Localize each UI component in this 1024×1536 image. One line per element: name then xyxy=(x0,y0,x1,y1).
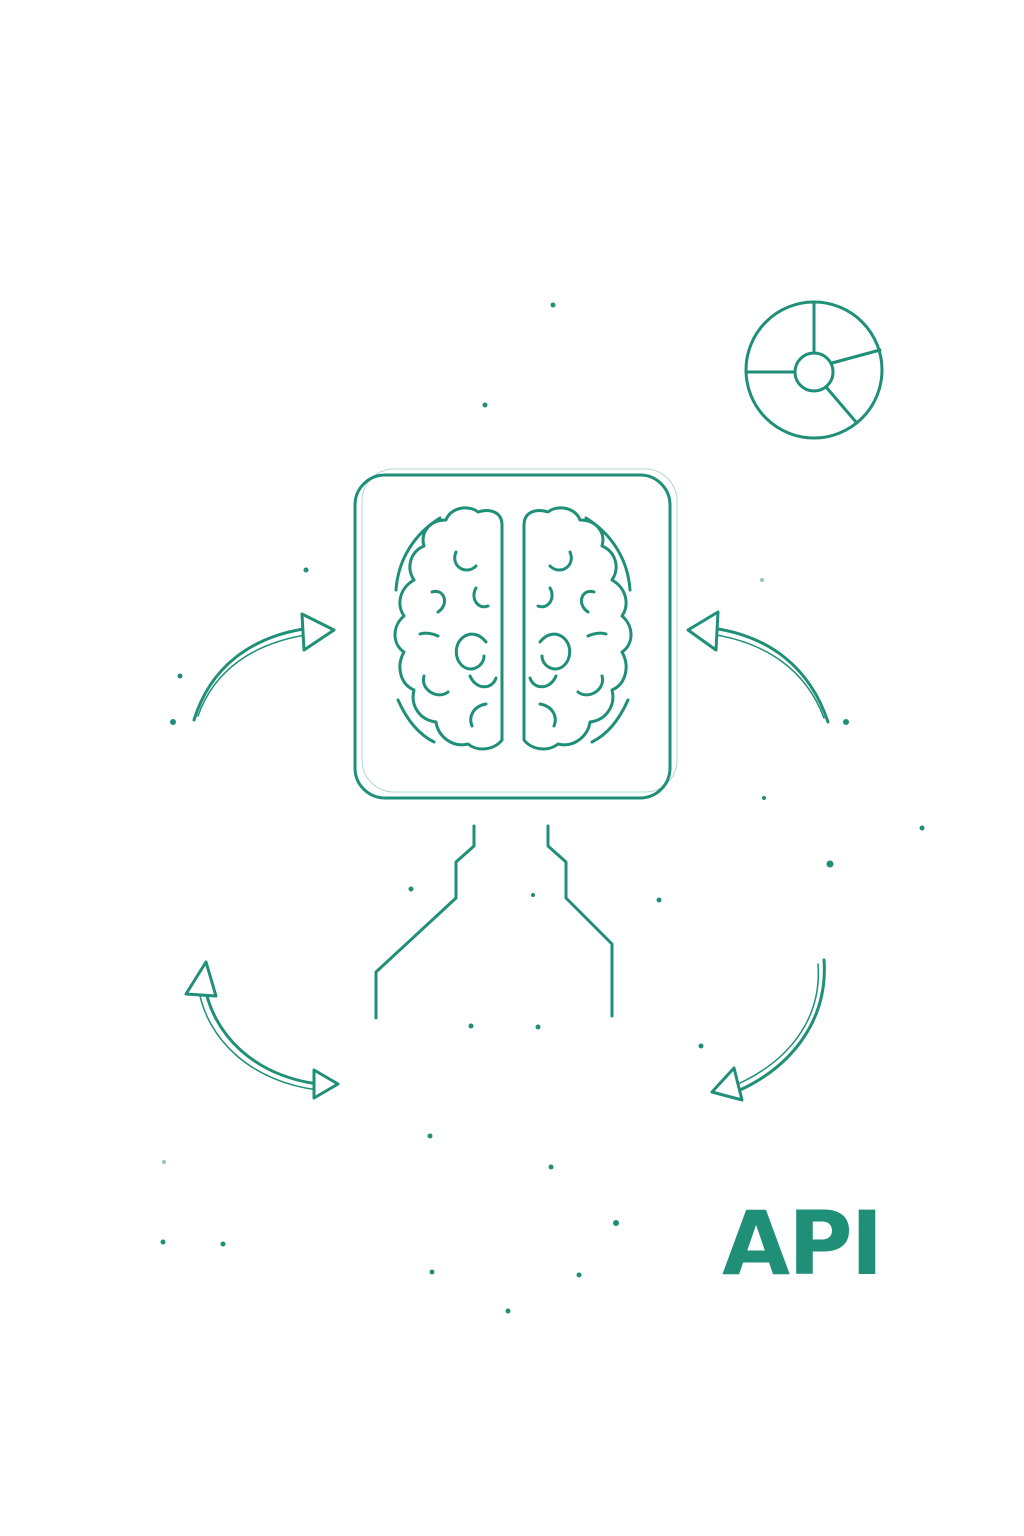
cycle-arrow-icon xyxy=(184,610,830,1102)
illustration-canvas: API xyxy=(0,0,1024,1536)
diagram-artwork xyxy=(160,300,925,1314)
api-label: API xyxy=(722,1192,883,1295)
chart-wheel-icon xyxy=(744,300,884,440)
brain-chip-icon xyxy=(353,468,678,800)
decorative-dots xyxy=(160,302,925,1314)
circuit-trace-icon xyxy=(374,824,614,1020)
